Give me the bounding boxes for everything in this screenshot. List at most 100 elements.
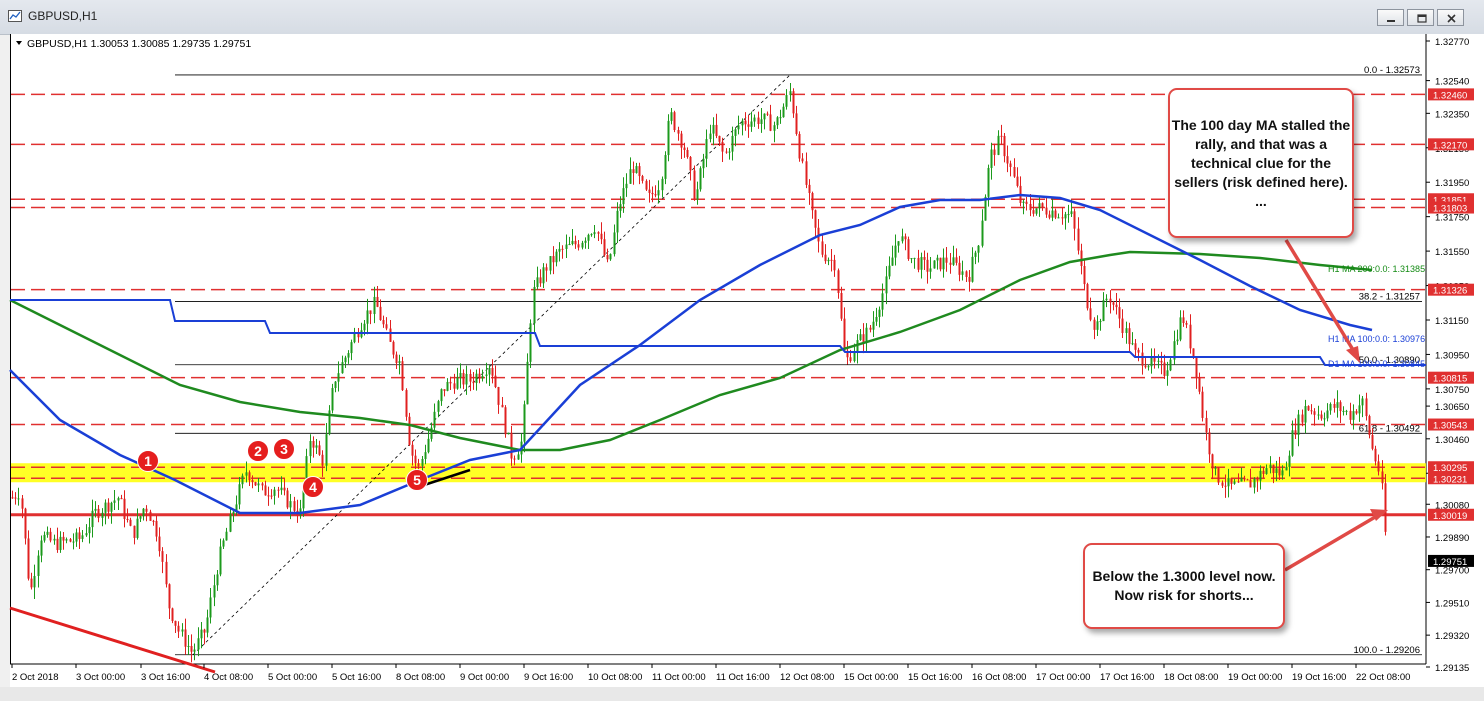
candle-body [433, 411, 436, 428]
candle-body [677, 129, 680, 134]
candle-body [1262, 470, 1265, 474]
candle-body [225, 531, 228, 541]
horizontal-scrollbar[interactable] [0, 687, 1484, 701]
candle-body [449, 381, 452, 384]
candle-body [238, 484, 241, 505]
candle-body [597, 232, 600, 234]
minimize-button[interactable] [1377, 9, 1404, 26]
candle-body [408, 416, 411, 445]
candle-body [568, 243, 571, 245]
candle-body [123, 498, 126, 519]
candle-body [917, 257, 920, 270]
candle-body [209, 597, 212, 618]
minimize-icon [1387, 20, 1395, 22]
candle-body [654, 194, 657, 196]
candle-body [1233, 481, 1236, 484]
time-tick-label-19: 19 Oct 00:00 [1228, 672, 1282, 683]
candle-body [734, 129, 737, 136]
candle-body [1013, 167, 1016, 177]
candle-body [571, 240, 574, 244]
candle-body [798, 133, 801, 159]
candle-body [59, 536, 62, 551]
window-titlebar[interactable]: GBPUSD,H1 [0, 0, 1484, 35]
candle-body [728, 151, 731, 153]
candle-body [171, 608, 174, 621]
candle-body [894, 245, 897, 258]
candle-body [510, 432, 513, 459]
candle-body [638, 166, 641, 177]
candle-body [443, 389, 446, 391]
candle-body [110, 502, 113, 512]
candle-body [635, 166, 638, 173]
price-tick-label-10: 1.30750 [1435, 385, 1469, 396]
candle-body [1144, 365, 1147, 368]
candle-body [1131, 343, 1134, 345]
candle-body [878, 309, 881, 317]
level-tag-label-4: 1.31326 [1433, 286, 1467, 297]
candle-body [1051, 210, 1054, 218]
candle-body [776, 117, 779, 126]
time-tick-label-11: 11 Oct 16:00 [716, 672, 770, 683]
price-tick-label-11: 1.30650 [1435, 402, 1469, 413]
candle-body [622, 188, 625, 205]
candle-body [1137, 349, 1140, 353]
candle-body [869, 327, 872, 330]
candle-body [337, 373, 340, 382]
candle-body [75, 532, 78, 542]
candle-body [558, 248, 561, 252]
candle-body [1221, 482, 1224, 486]
candle-body [213, 585, 216, 598]
time-tick-label-1: 3 Oct 00:00 [76, 672, 125, 683]
candle-body [683, 147, 686, 150]
candle-body [875, 316, 878, 322]
candle-body [795, 113, 798, 134]
candle-body [1029, 203, 1032, 211]
candle-body [459, 373, 462, 378]
candle-body [1285, 466, 1288, 471]
candle-body [229, 514, 232, 532]
candle-body [1022, 201, 1025, 203]
candle-body [904, 236, 907, 240]
candle-body [414, 455, 417, 464]
candle-body [1361, 398, 1364, 406]
time-tick-label-21: 22 Oct 08:00 [1356, 672, 1410, 683]
candle-body [14, 497, 17, 499]
candle-body [283, 487, 286, 491]
fib-label-0: 0.0 - 1.32573 [1364, 65, 1420, 76]
candle-body [1269, 464, 1272, 469]
candle-body [1256, 478, 1259, 481]
time-tick-label-4: 5 Oct 00:00 [268, 672, 317, 683]
time-tick-label-2: 3 Oct 16:00 [141, 672, 190, 683]
candle-body [158, 536, 161, 552]
candle-body [1176, 339, 1179, 342]
restore-button[interactable] [1407, 9, 1434, 26]
candle-body [357, 333, 360, 338]
candle-body [939, 257, 942, 270]
price-tick-label-6: 1.31550 [1435, 247, 1469, 258]
candle-body [686, 149, 689, 158]
candle-body [254, 482, 257, 486]
candle-body [203, 629, 206, 633]
candle-body [453, 383, 456, 389]
candle-body [603, 239, 606, 256]
candle-body [945, 257, 948, 263]
candle-body [539, 277, 542, 284]
candle-body [392, 341, 395, 355]
candle-body [350, 342, 353, 354]
candle-body [1099, 321, 1102, 323]
candle-body [1224, 485, 1227, 487]
candle-body [1323, 418, 1326, 420]
candle-body [1217, 467, 1220, 483]
candle-body [1336, 402, 1339, 408]
candle-body [261, 483, 264, 486]
candle-body [1317, 414, 1320, 416]
candle-body [417, 463, 420, 466]
candle-body [341, 362, 344, 374]
candle-body [552, 256, 555, 263]
candle-body [17, 498, 20, 500]
candle-body [632, 169, 635, 173]
candle-body [318, 445, 321, 455]
candle-body [187, 645, 190, 647]
close-button[interactable] [1437, 9, 1464, 26]
candle-body [411, 444, 414, 456]
